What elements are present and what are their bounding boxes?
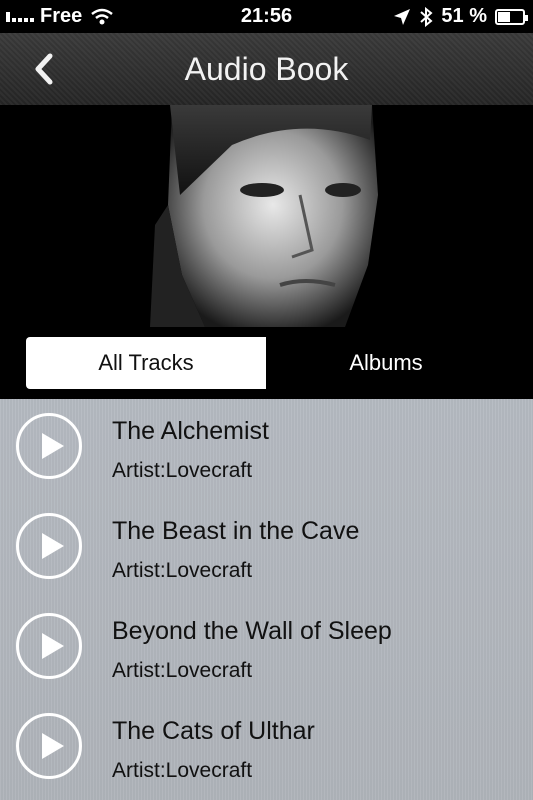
track-artist: Artist:Lovecraft	[112, 759, 253, 782]
track-artist: Artist:Lovecraft	[112, 659, 253, 682]
location-arrow-icon	[394, 8, 411, 25]
segmented-control: All Tracks Albums	[0, 327, 533, 399]
list-item[interactable]: The Cats of Ulthar Artist:Lovecraft	[0, 699, 533, 799]
track-title: The Beast in the Cave	[112, 517, 360, 545]
status-bar: Free 21:56 51 %	[0, 0, 533, 33]
play-icon[interactable]	[16, 713, 82, 779]
page-title: Audio Book	[184, 51, 349, 87]
track-artist: Artist:Lovecraft	[112, 559, 253, 582]
battery-percent: 51 %	[441, 5, 487, 27]
track-artist: Artist:Lovecraft	[112, 459, 253, 482]
track-title: Beyond the Wall of Sleep	[112, 617, 392, 645]
play-icon[interactable]	[16, 613, 82, 679]
navigation-bar: Audio Book	[0, 33, 533, 106]
list-item[interactable]: The Alchemist Artist:Lovecraft	[0, 399, 533, 499]
play-icon[interactable]	[16, 413, 82, 479]
author-portrait	[0, 105, 533, 327]
list-item[interactable]: The Beast in the Cave Artist:Lovecraft	[0, 499, 533, 599]
tab-all-tracks[interactable]: All Tracks	[26, 337, 266, 389]
track-title: The Alchemist	[112, 417, 270, 445]
list-item[interactable]: Beyond the Wall of Sleep Artist:Lovecraf…	[0, 599, 533, 699]
status-right-group: 51 %	[393, 5, 528, 28]
battery-icon	[495, 8, 528, 25]
track-title: The Cats of Ulthar	[112, 717, 315, 745]
play-icon[interactable]	[16, 513, 82, 579]
tab-albums[interactable]: Albums	[266, 337, 506, 389]
track-list: The Alchemist Artist:Lovecraft The Beast…	[0, 399, 533, 800]
bluetooth-icon	[420, 6, 433, 27]
